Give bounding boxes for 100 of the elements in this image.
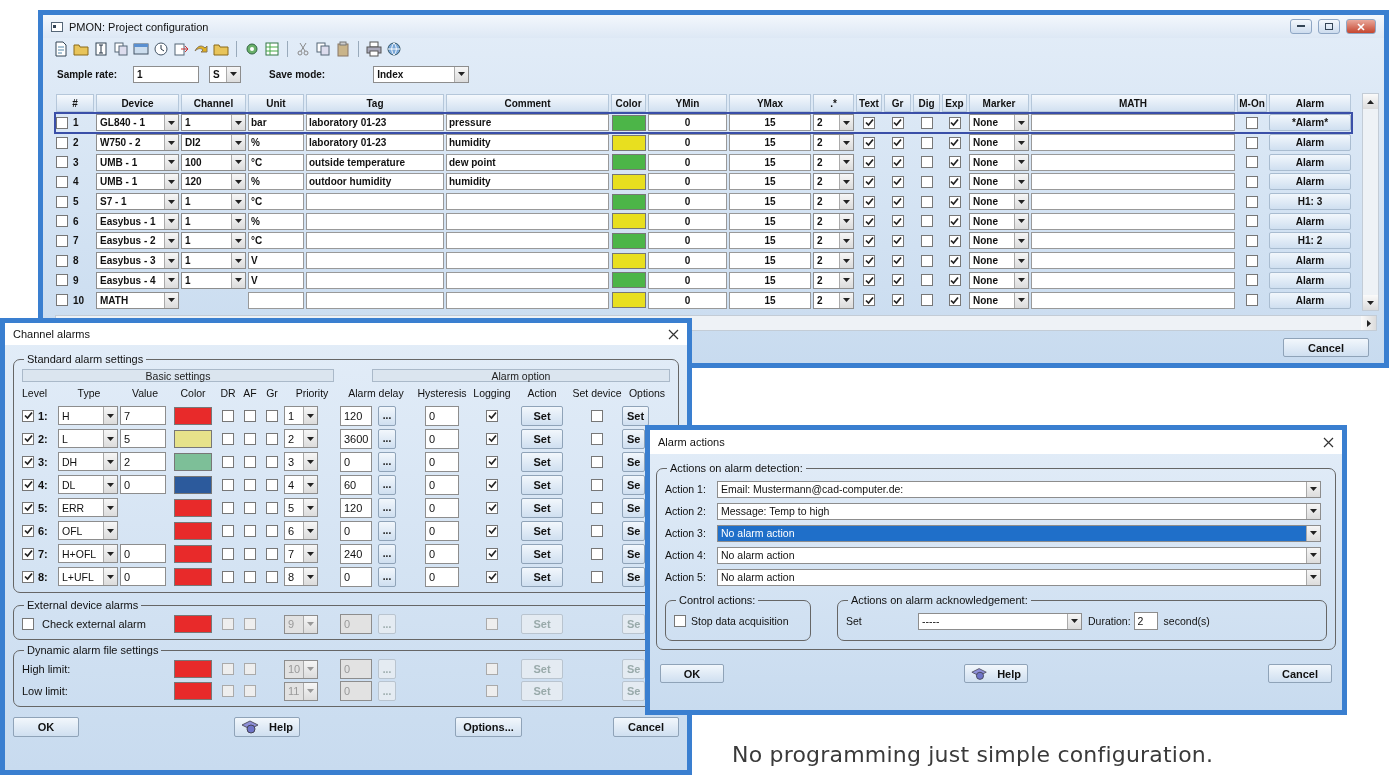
action-set-button[interactable]: Set [521,497,563,518]
alarm-delay-field[interactable]: 120 [340,405,372,426]
color-swatch[interactable] [611,252,646,269]
checkbox[interactable] [486,478,498,491]
symbol-field[interactable]: bar [248,114,304,132]
checkbox[interactable] [591,570,603,583]
checkbox[interactable] [222,524,234,537]
browse-button[interactable]: ... [378,543,396,564]
document-icon[interactable] [53,41,69,57]
ymin-field[interactable]: 0 [648,232,727,250]
column-header[interactable]: Channel [181,94,246,112]
comment-field[interactable]: dew point [446,153,609,171]
globe-icon[interactable] [386,41,402,57]
priority-dropdown[interactable]: 8 [284,567,318,586]
checkbox[interactable] [948,136,961,149]
checkbox[interactable] [948,116,961,129]
column-header[interactable]: # [56,94,94,112]
window-icon[interactable] [133,41,149,57]
comment-field[interactable] [446,232,609,250]
checkbox[interactable] [948,156,961,169]
tag-field[interactable] [306,193,444,211]
type-dropdown[interactable]: H+OFL [58,544,118,563]
symbol-field[interactable]: °C [248,232,304,250]
device-dropdown[interactable]: Easybus - 4 [96,271,179,289]
channel-dropdown[interactable]: 1 [181,271,246,289]
column-header[interactable]: Alarm [1269,94,1351,112]
math-field[interactable] [1031,212,1235,230]
color-swatch[interactable] [611,173,646,190]
symbol-field[interactable]: °C [248,193,304,211]
device-dropdown[interactable]: MATH [96,291,179,309]
alarm-button[interactable]: Alarm [1269,212,1351,230]
maximize-button[interactable] [1318,19,1340,34]
action-dropdown[interactable]: No alarm action [717,546,1321,564]
checkbox[interactable] [222,432,234,445]
symbol-field[interactable]: V [248,252,304,270]
sheet-icon[interactable] [264,41,280,57]
math-field[interactable] [1031,252,1235,270]
alarm-button[interactable]: Alarm [1269,153,1351,171]
alarm-delay-field[interactable]: 0 [340,451,372,472]
checkbox[interactable] [948,175,961,188]
symbol-field[interactable]: % [248,173,304,191]
checkbox[interactable] [222,570,234,583]
comment-field[interactable] [446,271,609,289]
decimals-dropdown[interactable]: 2 [813,134,854,152]
checkbox[interactable] [22,524,34,537]
column-header[interactable]: M-On [1237,94,1267,112]
hysteresis-field[interactable]: 0 [425,543,459,564]
options-set-button[interactable]: Se [622,543,646,564]
action-dropdown[interactable]: No alarm action [717,524,1321,542]
ymax-field[interactable]: 15 [729,114,811,132]
checkbox[interactable] [244,570,256,583]
color-swatch[interactable] [611,154,646,171]
marker-dropdown[interactable]: None [969,114,1029,132]
checkbox[interactable] [863,116,875,129]
checkbox[interactable] [591,409,603,422]
checkbox[interactable] [266,570,278,583]
ymin-field[interactable]: 0 [648,212,727,230]
checkbox[interactable] [1246,156,1258,169]
close-icon[interactable] [668,328,679,340]
alarm-button[interactable]: Alarm [1269,173,1351,191]
type-dropdown[interactable]: ERR [58,498,118,517]
browse-button[interactable]: ... [378,520,396,541]
ymax-field[interactable]: 15 [729,212,811,230]
save-mode-dropdown[interactable]: Index [373,65,470,83]
checkbox[interactable] [863,254,875,267]
table-row[interactable]: 6 Easybus - 1 1 % 0 15 2 None Alarm [55,211,1352,232]
decimals-dropdown[interactable]: 2 [813,252,854,270]
browse-button[interactable]: ... [378,428,396,449]
color-swatch[interactable] [611,193,646,210]
action-dropdown[interactable]: Email: Mustermann@cad-computer.de: [717,480,1321,498]
decimals-dropdown[interactable]: 2 [813,271,854,289]
close-icon[interactable] [1323,436,1334,448]
column-header[interactable]: Exp [942,94,967,112]
color-swatch[interactable] [174,429,212,448]
math-field[interactable] [1031,153,1235,171]
checkbox[interactable] [486,570,498,583]
action-set-button[interactable]: Set [521,543,563,564]
checkbox[interactable] [891,254,904,267]
column-header[interactable]: Tag [306,94,444,112]
color-swatch[interactable] [174,498,212,517]
ymax-field[interactable]: 15 [729,173,811,191]
channel-dropdown[interactable]: 1 [181,212,246,230]
value-field[interactable]: 5 [120,429,166,448]
checkbox[interactable] [920,215,933,228]
checkbox[interactable] [591,478,603,491]
checkbox[interactable] [1246,195,1258,208]
decimals-dropdown[interactable]: 2 [813,291,854,309]
value-field[interactable]: 0 [120,475,166,494]
channel-dropdown[interactable]: 1 [181,114,246,132]
checkbox[interactable] [920,254,933,267]
alarm-delay-field[interactable]: 0 [340,520,372,541]
checkbox[interactable] [222,478,234,491]
checkbox[interactable] [891,175,904,188]
checkbox[interactable] [486,547,498,560]
device-dropdown[interactable]: Easybus - 3 [96,252,179,270]
alarm-button[interactable]: Alarm [1269,252,1351,270]
checkbox[interactable] [56,136,68,149]
clipboard-icon[interactable] [335,41,351,57]
checkbox[interactable] [948,254,961,267]
channel-dropdown[interactable]: 1 [181,232,246,250]
